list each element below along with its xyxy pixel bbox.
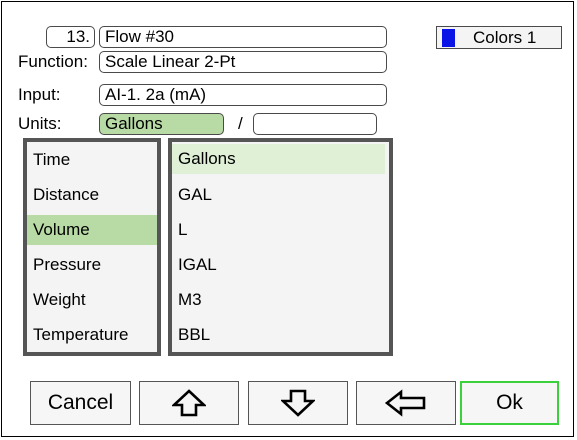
arrow-left-icon xyxy=(384,389,426,417)
category-item-distance[interactable]: Distance xyxy=(27,180,157,210)
units-separator: / xyxy=(238,114,243,133)
units-field[interactable]: Gallons xyxy=(99,113,224,135)
units-denominator-field[interactable] xyxy=(253,113,377,135)
category-item-volume[interactable]: Volume xyxy=(27,215,157,245)
input-label: Input: xyxy=(18,85,61,104)
category-item-time[interactable]: Time xyxy=(27,145,157,175)
category-item-temperature[interactable]: Temperature xyxy=(27,320,157,350)
function-field[interactable]: Scale Linear 2-Pt xyxy=(99,51,387,73)
function-label: Function: xyxy=(18,52,88,71)
unit-option-igal[interactable]: IGAL xyxy=(172,250,389,280)
arrow-down-icon xyxy=(281,389,315,417)
unit-option-gallons[interactable]: Gallons xyxy=(172,144,385,174)
unit-option-m3[interactable]: M3 xyxy=(172,285,389,315)
index-field[interactable]: 13. xyxy=(46,26,95,48)
unit-option-l[interactable]: L xyxy=(172,215,389,245)
category-item-pressure[interactable]: Pressure xyxy=(27,250,157,280)
name-field[interactable]: Flow #30 xyxy=(99,26,387,48)
arrow-up-icon xyxy=(172,389,206,417)
ok-button[interactable]: Ok xyxy=(460,381,559,425)
unit-option-bbl[interactable]: BBL xyxy=(172,320,389,350)
colors-label: Colors 1 xyxy=(473,28,537,47)
input-field[interactable]: AI-1. 2a (mA) xyxy=(99,84,387,106)
units-label: Units: xyxy=(18,114,62,133)
move-down-button[interactable] xyxy=(248,381,348,425)
color-swatch xyxy=(442,29,455,47)
backspace-button[interactable] xyxy=(356,381,456,425)
category-item-weight[interactable]: Weight xyxy=(27,285,157,315)
unit-category-list[interactable]: Time Distance Volume Pressure Weight Tem… xyxy=(23,138,161,356)
move-up-button[interactable] xyxy=(139,381,239,425)
cancel-button[interactable]: Cancel xyxy=(30,381,131,425)
unit-option-gal[interactable]: GAL xyxy=(172,180,389,210)
colors-button[interactable]: Colors 1 xyxy=(436,26,562,49)
unit-option-list[interactable]: Gallons GAL L IGAL M3 BBL xyxy=(168,138,393,356)
